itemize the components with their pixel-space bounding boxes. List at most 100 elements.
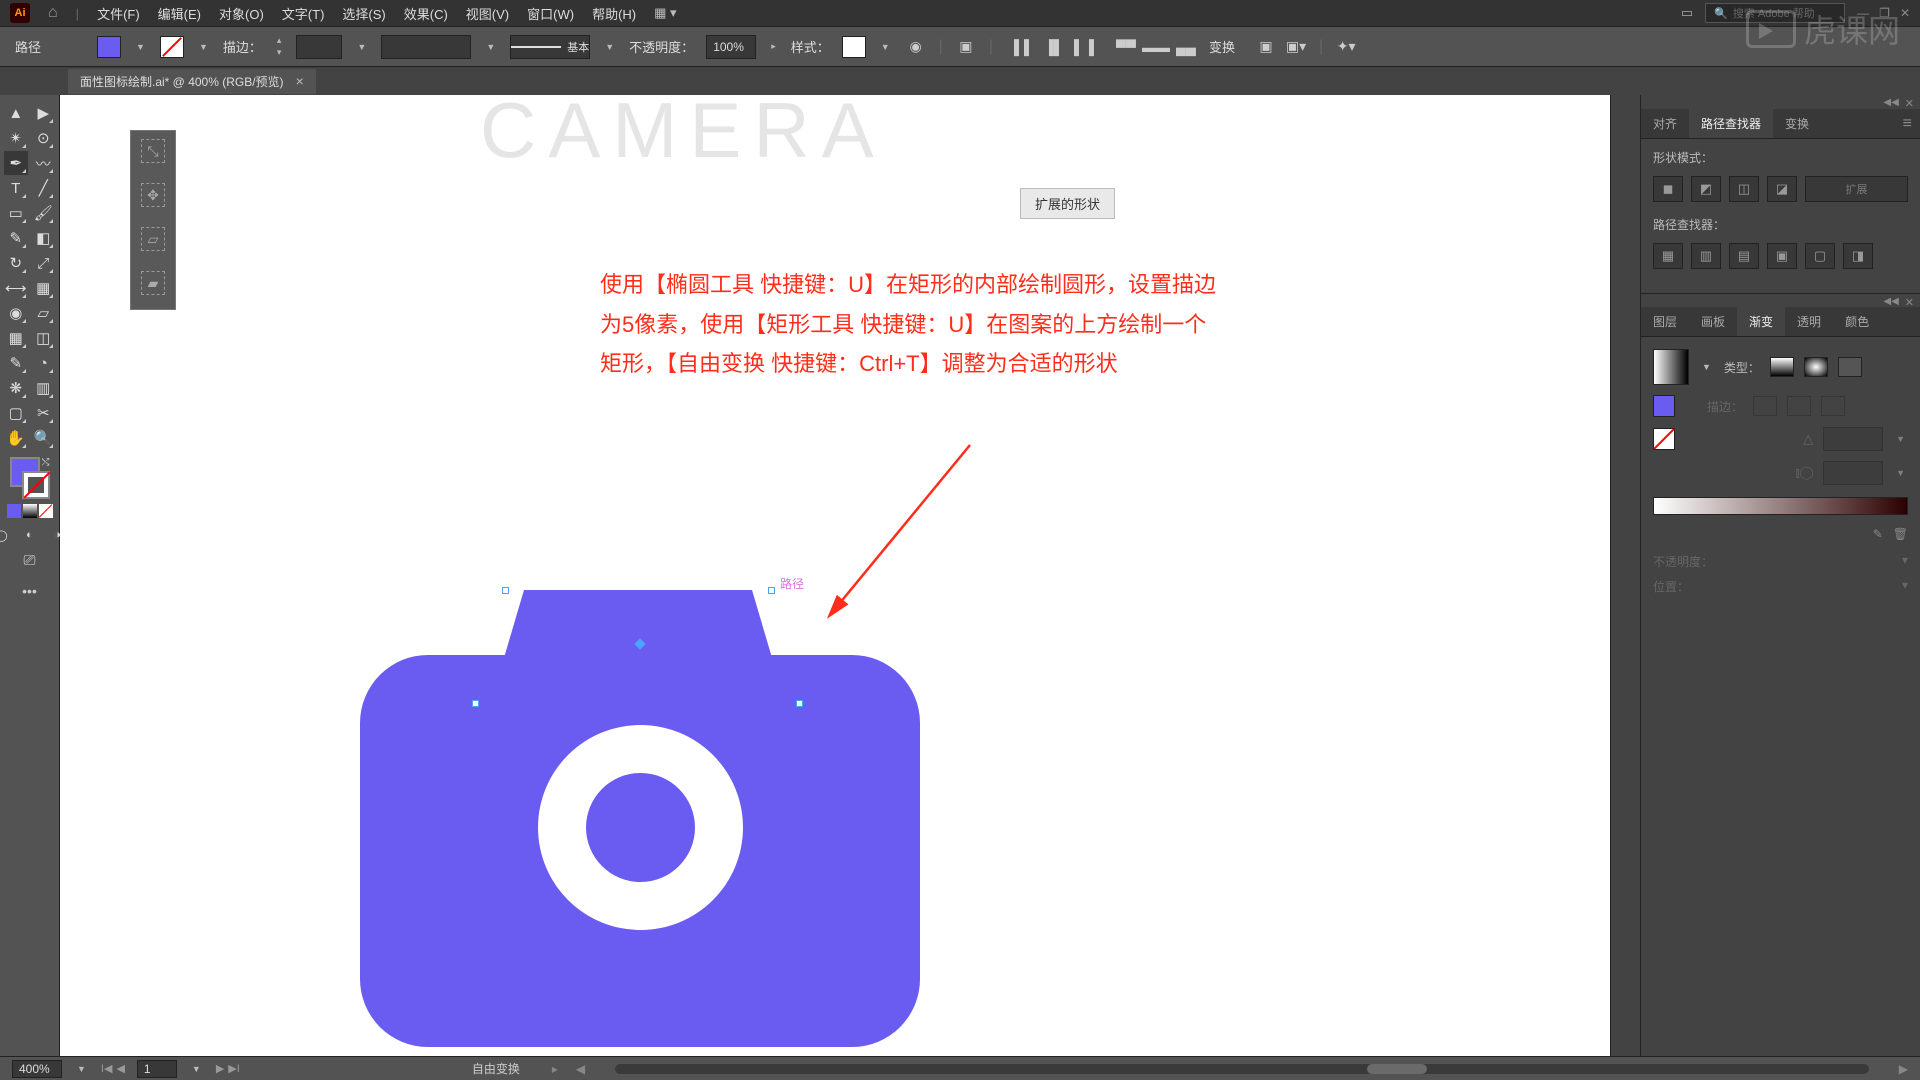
zoom-input[interactable] bbox=[12, 1060, 62, 1078]
zoom-tool[interactable]: 🔍 bbox=[32, 426, 56, 450]
gradient-delete-stop-icon[interactable]: 🗑 bbox=[1893, 527, 1908, 541]
gradient-fill-slot[interactable] bbox=[1653, 395, 1675, 417]
camera-lens-center[interactable] bbox=[586, 773, 695, 882]
draw-normal-icon[interactable]: ◯ bbox=[0, 523, 15, 547]
selection-handle[interactable] bbox=[472, 700, 479, 707]
tab-align[interactable]: 对齐 bbox=[1641, 109, 1689, 138]
transform-widget[interactable]: ⤡ ✥ ▱ ▰ bbox=[130, 130, 176, 310]
menu-select[interactable]: 选择(S) bbox=[342, 4, 385, 23]
horizontal-scrollbar[interactable] bbox=[615, 1064, 1869, 1074]
minus-back-button[interactable]: ◨ bbox=[1843, 243, 1873, 269]
opacity-input[interactable] bbox=[706, 35, 756, 59]
selection-handle[interactable] bbox=[502, 587, 509, 594]
camera-hump[interactable] bbox=[488, 590, 788, 712]
selection-tool[interactable]: ▲ bbox=[4, 101, 28, 125]
scale-tool[interactable]: ⤢ bbox=[32, 251, 56, 275]
align-bottom-icon[interactable]: ▄▄ bbox=[1175, 36, 1197, 58]
tab-transparency[interactable]: 透明 bbox=[1785, 307, 1833, 336]
scroll-right-icon[interactable]: ▶ bbox=[1899, 1062, 1908, 1076]
align-hcenter-icon[interactable]: ▐▌ bbox=[1043, 36, 1065, 58]
scroll-left-icon[interactable]: ◀ bbox=[576, 1062, 585, 1076]
type-tool[interactable]: T bbox=[4, 176, 28, 200]
tab-pathfinder[interactable]: 路径查找器 bbox=[1689, 109, 1773, 138]
menu-file[interactable]: 文件(F) bbox=[97, 4, 140, 23]
eyedropper-tool[interactable]: ✎ bbox=[4, 351, 28, 375]
transform-free-icon[interactable]: ✥ bbox=[141, 183, 165, 207]
close-panels-icon[interactable]: ✕ bbox=[1905, 296, 1914, 305]
collapsed-panel-dock[interactable] bbox=[1610, 95, 1640, 1056]
curvature-tool[interactable]: 〰 bbox=[32, 151, 56, 175]
isolate-icon[interactable]: ▣ bbox=[1255, 36, 1277, 58]
eraser-tool[interactable]: ◧ bbox=[32, 226, 56, 250]
stroke-dropdown[interactable]: ▼ bbox=[196, 42, 211, 52]
collapse-panels-icon[interactable]: ◀◀ bbox=[1883, 97, 1898, 107]
artboard-dropdown[interactable]: ▼ bbox=[189, 1064, 204, 1074]
line-tool[interactable]: ╱ bbox=[32, 176, 56, 200]
fill-dropdown[interactable]: ▼ bbox=[133, 42, 148, 52]
symbol-sprayer-tool[interactable]: ❋ bbox=[4, 376, 28, 400]
shaper-tool[interactable]: ✎ bbox=[4, 226, 28, 250]
search-input[interactable]: 🔍 搜索 Adobe 帮助 bbox=[1705, 3, 1845, 23]
rectangle-tool[interactable]: ▭ bbox=[4, 201, 28, 225]
align-vcenter-icon[interactable]: ▬▬ bbox=[1145, 36, 1167, 58]
menu-type[interactable]: 文字(T) bbox=[282, 4, 325, 23]
blend-tool[interactable]: ◔ bbox=[32, 351, 56, 375]
draw-behind-icon[interactable]: ◐ bbox=[17, 523, 43, 547]
linear-gradient-button[interactable] bbox=[1770, 357, 1794, 377]
workspace-icon[interactable]: ▭ bbox=[1681, 5, 1693, 21]
lasso-tool[interactable]: ⊙ bbox=[32, 126, 56, 150]
menu-help[interactable]: 帮助(H) bbox=[592, 4, 636, 23]
gradient-mode-btn[interactable] bbox=[23, 504, 37, 518]
divide-button[interactable]: ▦ bbox=[1653, 243, 1683, 269]
color-mode-btn[interactable] bbox=[7, 504, 21, 518]
selection-handle[interactable] bbox=[768, 587, 775, 594]
brush-tool[interactable]: 🖌 bbox=[32, 201, 56, 225]
intersect-button[interactable]: ◫ bbox=[1729, 176, 1759, 202]
document-tab[interactable]: 面性图标绘制.ai* @ 400% (RGB/预览) × bbox=[68, 69, 316, 94]
extra-icon[interactable]: ✦▾ bbox=[1335, 36, 1357, 58]
minimize-icon[interactable]: — bbox=[1857, 6, 1869, 20]
pen-tool[interactable]: ✒ bbox=[4, 151, 28, 175]
restore-icon[interactable]: ❐ bbox=[1879, 6, 1890, 20]
tab-gradient[interactable]: 渐变 bbox=[1737, 307, 1785, 336]
align-left-icon[interactable]: ▌▌ bbox=[1013, 36, 1035, 58]
artboard-tool[interactable]: ▢ bbox=[4, 401, 28, 425]
edit-toolbar-icon[interactable]: ••• bbox=[22, 583, 37, 599]
magic-wand-tool[interactable]: ✴ bbox=[4, 126, 28, 150]
artboard-input[interactable] bbox=[137, 1060, 177, 1078]
rotate-tool[interactable]: ↻ bbox=[4, 251, 28, 275]
width-tool[interactable]: ⟷ bbox=[4, 276, 28, 300]
scrollbar-thumb[interactable] bbox=[1367, 1064, 1427, 1074]
canvas[interactable]: CAMERA ⤡ ✥ ▱ ▰ 扩展的形状 使用【椭圆工具 快捷键：U】在矩形的内… bbox=[60, 95, 1610, 1056]
crop-button[interactable]: ▣ bbox=[1767, 243, 1797, 269]
gradient-stroke-slot[interactable] bbox=[1653, 428, 1675, 450]
menu-effect[interactable]: 效果(C) bbox=[404, 4, 448, 23]
camera-shape[interactable]: 路径 bbox=[360, 655, 920, 1047]
minus-front-button[interactable]: ◩ bbox=[1691, 176, 1721, 202]
first-artboard-icon[interactable]: I◀ bbox=[101, 1062, 113, 1075]
screen-mode-icon[interactable]: ⎚ bbox=[17, 548, 43, 572]
mesh-tool[interactable]: ▦ bbox=[4, 326, 28, 350]
gradient-eyedropper-icon[interactable]: ✎ bbox=[1873, 527, 1883, 541]
stroke-weight-input[interactable] bbox=[296, 35, 342, 59]
gradient-preview[interactable] bbox=[1653, 349, 1689, 385]
menu-object[interactable]: 对象(O) bbox=[219, 4, 264, 23]
align-top-icon[interactable]: ▀▀ bbox=[1115, 36, 1137, 58]
free-transform-tool[interactable]: ▦ bbox=[32, 276, 56, 300]
graph-tool[interactable]: ▥ bbox=[32, 376, 56, 400]
zoom-dropdown[interactable]: ▼ bbox=[74, 1064, 89, 1074]
menu-window[interactable]: 窗口(W) bbox=[527, 4, 574, 23]
swap-colors-icon[interactable]: ⤭ bbox=[42, 457, 50, 468]
exclude-button[interactable]: ◪ bbox=[1767, 176, 1797, 202]
transform-perspective-icon[interactable]: ▱ bbox=[141, 227, 165, 251]
slice-tool[interactable]: ✂ bbox=[32, 401, 56, 425]
trim-button[interactable]: ▥ bbox=[1691, 243, 1721, 269]
close-icon[interactable]: ✕ bbox=[1900, 6, 1910, 20]
transform-label[interactable]: 变换 bbox=[1209, 37, 1235, 56]
selection-handle[interactable] bbox=[796, 700, 803, 707]
hand-tool[interactable]: ✋ bbox=[4, 426, 28, 450]
merge-button[interactable]: ▤ bbox=[1729, 243, 1759, 269]
align-panel-icon[interactable]: ▣ bbox=[955, 36, 977, 58]
stroke-down[interactable]: ▾ bbox=[274, 47, 285, 58]
var-width-input[interactable] bbox=[381, 35, 471, 59]
